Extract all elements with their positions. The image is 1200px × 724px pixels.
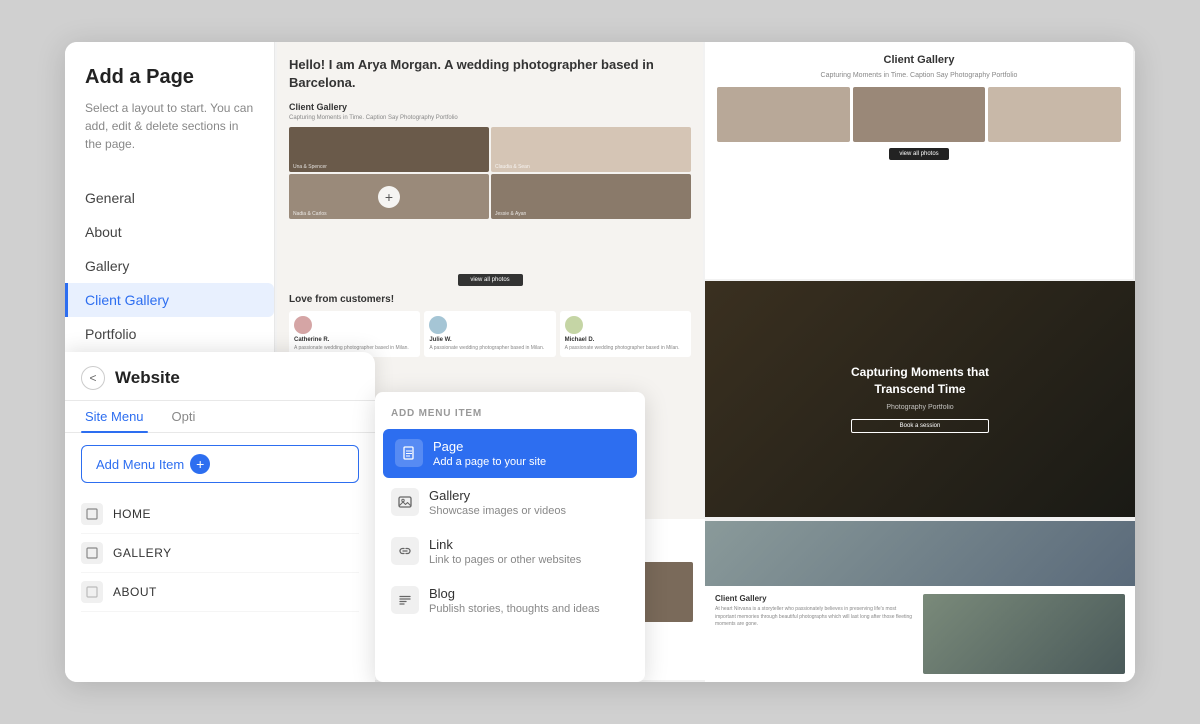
back-button[interactable]: <	[81, 366, 105, 390]
link-item-content: Link Link to pages or other websites	[429, 537, 581, 566]
plus-icon: +	[378, 186, 400, 208]
right-bottom-text-block: Client Gallery At heart Nirvana is a sto…	[715, 594, 917, 674]
link-item-desc: Link to pages or other websites	[429, 554, 581, 566]
about-icon	[81, 581, 103, 603]
testimonials-row: Catherine R. A passionate wedding photog…	[289, 311, 691, 357]
preview-card-1[interactable]: Client Gallery Capturing Moments in Time…	[705, 42, 1135, 281]
center-hero-text: Hello! I am Arya Morgan. A wedding photo…	[289, 56, 691, 92]
testimonial-text-2: A passionate wedding photographer based …	[429, 345, 550, 352]
right-bottom-content: Client Gallery At heart Nirvana is a sto…	[705, 521, 1135, 682]
testimonial-name-2: Julie W.	[429, 337, 550, 343]
add-menu-dropdown: ADD MENU ITEM Page Add a page to your si…	[375, 392, 645, 682]
nav-item-portfolio[interactable]: Portfolio	[65, 317, 274, 351]
nav-item-gallery[interactable]: Gallery	[65, 249, 274, 283]
gallery-cell-3: + Nadia & Carlos	[289, 174, 489, 219]
dropdown-item-gallery[interactable]: Gallery Showcase images or videos	[375, 478, 645, 527]
website-panel: < Website Site Menu Opti Add Menu Item +	[65, 352, 375, 682]
card1-btn[interactable]: view all photos	[889, 148, 949, 160]
dropdown-item-page[interactable]: Page Add a page to your site	[383, 429, 637, 478]
dropdown-item-blog[interactable]: Blog Publish stories, thoughts and ideas	[375, 576, 645, 625]
avatar-2	[429, 316, 447, 334]
gallery-item-desc: Showcase images or videos	[429, 505, 566, 517]
testimonial-1: Catherine R. A passionate wedding photog…	[289, 311, 420, 357]
testimonial-2: Julie W. A passionate wedding photograph…	[424, 311, 555, 357]
link-item-title: Link	[429, 537, 581, 552]
preview-card-2[interactable]: Capturing Moments that Transcend Time Ph…	[705, 281, 1135, 520]
nav-item-about[interactable]: About	[65, 215, 274, 249]
love-section: Love from customers! Catherine R. A pass…	[289, 294, 691, 357]
page-item-title: Page	[433, 439, 546, 454]
couple-label-1: Una & Spencer	[293, 164, 327, 170]
testimonial-3: Michael D. A passionate wedding photogra…	[560, 311, 691, 357]
photo-1	[717, 87, 850, 142]
gallery-dropdown-icon	[391, 488, 419, 516]
menu-label-gallery: GALLERY	[113, 546, 172, 560]
add-page-title: Add a Page	[85, 66, 254, 89]
couple-label-3: Nadia & Carlos	[293, 211, 327, 217]
add-menu-item-button[interactable]: Add Menu Item +	[81, 445, 359, 483]
page-item-content: Page Add a page to your site	[433, 439, 546, 468]
couple-label-4: Jessie & Ayan	[495, 211, 526, 217]
avatar-1	[294, 316, 312, 334]
link-dropdown-icon	[391, 537, 419, 565]
right-bottom-label: Client Gallery	[715, 594, 917, 603]
tab-options[interactable]: Opti	[168, 401, 200, 432]
testimonial-name-1: Catherine R.	[294, 337, 415, 343]
add-icon: +	[190, 454, 210, 474]
avatar-3	[565, 316, 583, 334]
tab-site-menu[interactable]: Site Menu	[81, 401, 148, 432]
card2-subtext: Photography Portfolio	[851, 404, 989, 411]
menu-list: HOME GALLERY ABOUT	[65, 495, 375, 682]
main-container: Add a Page Select a layout to start. You…	[65, 42, 1135, 682]
menu-label-about: ABOUT	[113, 585, 157, 599]
couple-label-2: Claudia & Sean	[495, 164, 530, 170]
gallery-cell-2: Claudia & Sean	[491, 127, 691, 172]
testimonial-name-3: Michael D.	[565, 337, 686, 343]
card2-heading: Capturing Moments that Transcend Time	[851, 364, 989, 398]
nav-item-client-gallery[interactable]: Client Gallery	[65, 283, 274, 317]
gallery-icon	[81, 542, 103, 564]
menu-item-gallery[interactable]: GALLERY	[81, 534, 359, 573]
love-title: Love from customers!	[289, 294, 691, 305]
menu-item-home[interactable]: HOME	[81, 495, 359, 534]
blog-item-content: Blog Publish stories, thoughts and ideas	[429, 586, 600, 615]
preview-card-right-bottom[interactable]: Client Gallery At heart Nirvana is a sto…	[705, 519, 1135, 682]
center-view-all-btn[interactable]: view all photos	[458, 274, 523, 286]
home-icon	[81, 503, 103, 525]
center-gallery-sub: Capturing Moments in Time. Caption Say P…	[289, 115, 691, 121]
photo-3	[988, 87, 1121, 142]
menu-item-about[interactable]: ABOUT	[81, 573, 359, 612]
page-item-desc: Add a page to your site	[433, 456, 546, 468]
right-bottom-img-side	[923, 594, 1125, 674]
menu-label-home: HOME	[113, 507, 151, 521]
right-bottom-img-top	[705, 521, 1135, 586]
card2-btn[interactable]: Book a session	[851, 419, 989, 433]
photo-2	[853, 87, 986, 142]
gallery-item-title: Gallery	[429, 488, 566, 503]
dropdown-item-link[interactable]: Link Link to pages or other websites	[375, 527, 645, 576]
gallery-item-content: Gallery Showcase images or videos	[429, 488, 566, 517]
website-tabs: Site Menu Opti	[65, 401, 375, 433]
nav-item-general[interactable]: General	[65, 181, 274, 215]
page-icon	[395, 439, 423, 467]
center-gallery-title: Client Gallery	[289, 102, 691, 112]
testimonial-text-3: A passionate wedding photographer based …	[565, 345, 686, 352]
left-panel-header: Add a Page Select a layout to start. You…	[65, 66, 274, 181]
blog-item-desc: Publish stories, thoughts and ideas	[429, 603, 600, 615]
website-panel-header: < Website	[65, 352, 375, 401]
card1-subtitle: Capturing Moments in Time. Caption Say P…	[717, 72, 1121, 79]
dropdown-header: ADD MENU ITEM	[375, 408, 645, 429]
add-page-description: Select a layout to start. You can add, e…	[85, 99, 254, 153]
card1-title: Client Gallery	[717, 54, 1121, 66]
blog-dropdown-icon	[391, 586, 419, 614]
website-title: Website	[115, 368, 180, 388]
gallery-cell-4: Jessie & Ayan	[491, 174, 691, 219]
gallery-cell-1: Una & Spencer	[289, 127, 489, 172]
blog-item-title: Blog	[429, 586, 600, 601]
gallery-grid: Una & Spencer Claudia & Sean + Nadia & C…	[289, 127, 691, 266]
right-bottom-text: At heart Nirvana is a storyteller who pa…	[715, 606, 917, 629]
card2-text: Capturing Moments that Transcend Time Ph…	[851, 364, 989, 433]
